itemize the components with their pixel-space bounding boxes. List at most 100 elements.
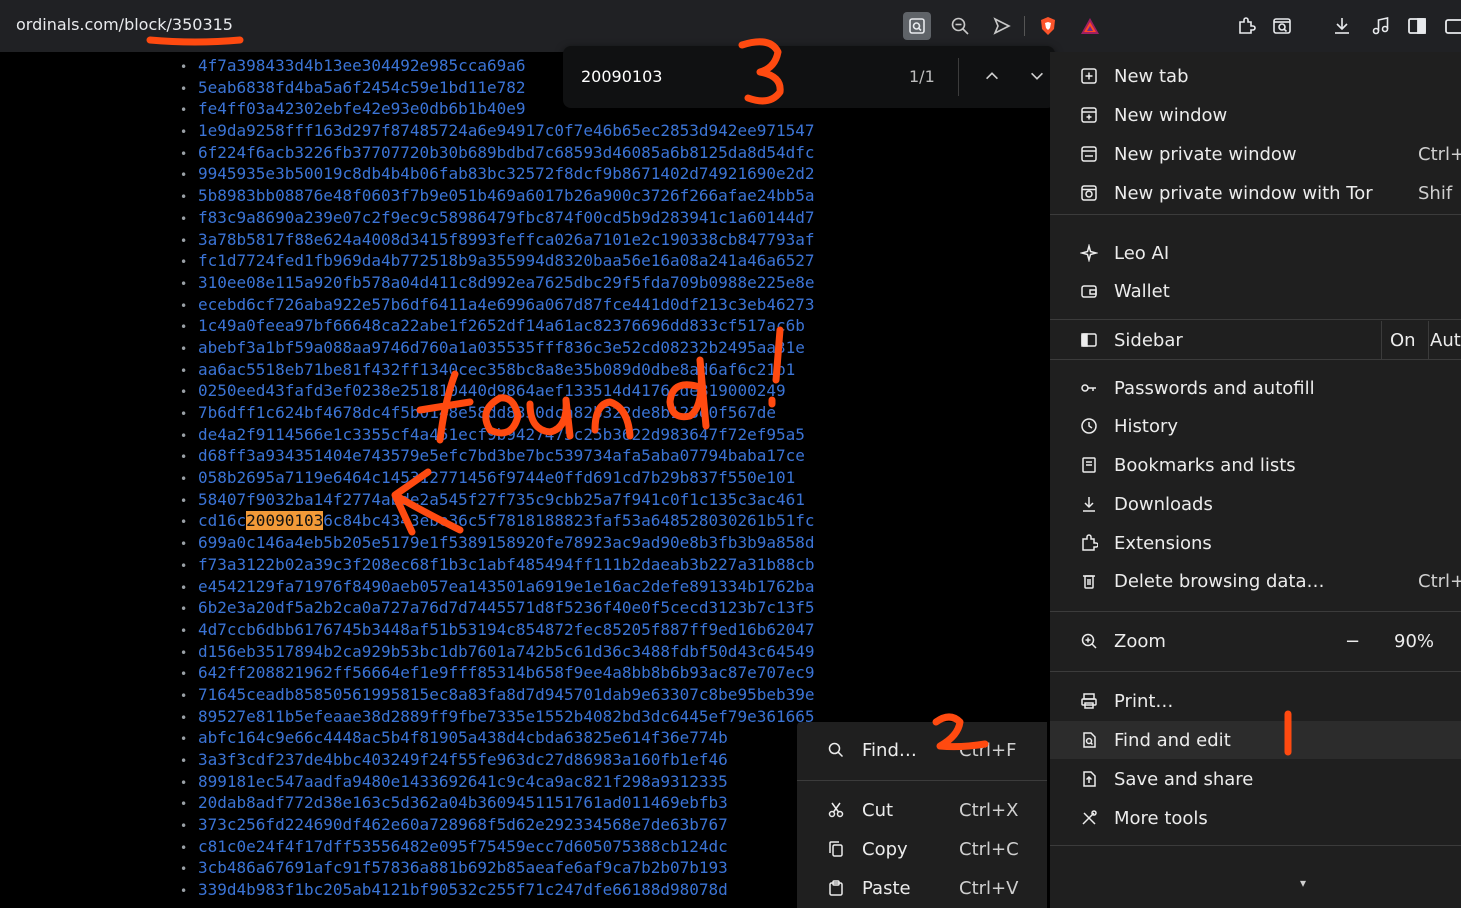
transaction-id-link[interactable]: f83c9a8690a239e07c2f9ec9c58986479fbc874f… (198, 208, 815, 227)
transaction-id-link[interactable]: 310ee08e115a920fb578a04d411c8d992ea7625d… (198, 273, 815, 292)
transaction-id-link[interactable]: 4d7ccb6dbb6176745b3448af51b53194c854872f… (198, 620, 815, 639)
menu-item-downloads[interactable]: Downloads (1050, 485, 1461, 523)
transaction-id-link[interactable]: 58407f9032ba14f2774abde2a545f27f735c9cbb… (198, 490, 805, 509)
transaction-item[interactable]: • 4d7ccb6dbb6176745b3448af51b53194c854872… (180, 619, 815, 641)
transaction-id-link[interactable]: abfc164c9e66c4448ac5b4f81905a438d4cbda63… (198, 728, 728, 747)
transaction-item[interactable]: • abfc164c9e66c4448ac5b4f81905a438d4cbda6… (180, 727, 815, 749)
transaction-item[interactable]: • aa6ac5518eb71be81f432ff1340cec358bc8a8e… (180, 359, 815, 381)
transaction-item[interactable]: • 20dab8adf772d38e163c5d362a04b3609451151… (180, 792, 815, 814)
media-icon[interactable] (1366, 12, 1394, 40)
downloads-icon[interactable] (1328, 12, 1356, 40)
transaction-id-link[interactable]: 3a78b5817f88e624a4008d3415f8993feffca026… (198, 230, 815, 249)
transaction-item[interactable]: • fc1d7724fed1fb969da4b772518b9a355994d83… (180, 250, 815, 272)
find-in-page-icon[interactable] (903, 12, 931, 40)
find-input[interactable] (579, 66, 883, 87)
transaction-id-link[interactable]: abebf3a1bf59a088aa9746d760a1a035535fff83… (198, 338, 805, 357)
transaction-id-link[interactable]: f73a3122b02a39c3f208ec68f1b3c1abf485494f… (198, 555, 815, 574)
transaction-item[interactable]: • ecebd6cf726aba922e57b6df6411a4e6996a067… (180, 294, 815, 316)
transaction-item[interactable]: • 71645ceadb85850561995815ec8a83fa8d7d945… (180, 684, 815, 706)
menu-item-new-window[interactable]: New window (1050, 96, 1461, 134)
transaction-item[interactable]: • abebf3a1bf59a088aa9746d760a1a035535fff8… (180, 337, 815, 359)
transaction-item[interactable]: • 339d4b983f1bc205ab4121bf90532c255f71c24… (180, 879, 815, 901)
transaction-id-link[interactable]: d156eb3517894b2ca929b53bc1db7601a742b5c6… (198, 642, 815, 661)
transaction-id-link[interactable]: aa6ac5518eb71be81f432ff1340cec358bc8a8e3… (198, 360, 795, 379)
transaction-item[interactable]: • f83c9a8690a239e07c2f9ec9c58986479fbc874… (180, 207, 815, 229)
transaction-id-link[interactable]: 6f224f6acb3226fb37707720b30b689bdbd7c685… (198, 143, 815, 162)
transaction-item[interactable]: • d156eb3517894b2ca929b53bc1db7601a742b5c… (180, 641, 815, 663)
menu-item-wallet[interactable]: Wallet (1050, 272, 1461, 310)
transaction-item[interactable]: • 6b2e3a20df5a2b2ca0a727a76d7d7445571d8f5… (180, 597, 815, 619)
submenu-item-cut[interactable]: Cut Ctrl+X (797, 791, 1047, 829)
brave-rewards-icon[interactable] (1076, 12, 1104, 40)
address-bar[interactable]: ordinals.com/block/350315 (16, 15, 233, 34)
submenu-item-paste[interactable]: Paste Ctrl+V (797, 869, 1047, 907)
menu-item-save-share[interactable]: Save and share (1050, 760, 1461, 798)
transaction-id-link[interactable]: 339d4b983f1bc205ab4121bf90532c255f71c247… (198, 880, 728, 899)
wallet-icon[interactable] (1440, 12, 1461, 40)
menu-item-more-tools[interactable]: More tools (1050, 799, 1461, 837)
menu-item-new-private-tor[interactable]: New private window with Tor Shif (1050, 174, 1461, 212)
tab-search-icon[interactable] (1268, 12, 1296, 40)
transaction-id-link[interactable]: ecebd6cf726aba922e57b6df6411a4e6996a067d… (198, 295, 815, 314)
transaction-id-link[interactable]: fe4ff03a42302ebfe42e93e0db6b1b40e9 (198, 99, 526, 118)
transaction-id-link[interactable]: cd16c200901036c84bc4343ebe36c5f781818882… (198, 511, 815, 531)
transaction-item[interactable]: • d68ff3a934351404e743579e5efc7bd3be7bc53… (180, 445, 815, 467)
submenu-item-find[interactable]: Find… Ctrl+F (797, 731, 1047, 769)
send-icon[interactable] (988, 12, 1016, 40)
transaction-id-link[interactable]: 3a3f3cdf237de4bbc403249f24f55fe963dc27d8… (198, 750, 728, 769)
sidebar-on-option[interactable]: On (1381, 321, 1429, 359)
transaction-item[interactable]: • 89527e811b5efeaae38d2889ff9fbe7335e1552… (180, 706, 815, 728)
transaction-id-link[interactable]: 6b2e3a20df5a2b2ca0a727a76d7d7445571d8f52… (198, 598, 815, 617)
brave-shields-icon[interactable] (1034, 12, 1062, 40)
transaction-id-link[interactable]: 5b8983bb08876e48f0603f7b9e051b469a6017b2… (198, 186, 815, 205)
transaction-item[interactable]: • de4a2f9114566e1c3355cf4a451ecf9b9427475… (180, 424, 815, 446)
transaction-item[interactable]: • 373c256fd224690df462e60a728968f5d62e292… (180, 814, 815, 836)
menu-item-extensions[interactable]: Extensions (1050, 524, 1461, 562)
transaction-item[interactable]: • 1e9da9258fff163d297f87485724a6e94917c0f… (180, 120, 815, 142)
transaction-item[interactable]: • 3a78b5817f88e624a4008d3415f8993feffca02… (180, 229, 815, 251)
transaction-item[interactable]: • f73a3122b02a39c3f208ec68f1b3c1abf485494… (180, 554, 815, 576)
sidebar-auto-option[interactable]: Aut (1430, 330, 1461, 351)
transaction-id-link[interactable]: 058b2695a7119e6464c145312771456f9744e0ff… (198, 468, 795, 487)
transaction-id-link[interactable]: 4f7a398433d4b13ee304492e985cca69a6 (198, 56, 526, 75)
transaction-item[interactable]: • 310ee08e115a920fb578a04d411c8d992ea7625… (180, 272, 815, 294)
transaction-item[interactable]: • 9945935e3b50019c8db4b4b06fab83bc32572f8… (180, 163, 815, 185)
transaction-id-link[interactable]: 642ff208821962ff56664ef1e9fff85314b658f9… (198, 663, 815, 682)
menu-item-new-private-window[interactable]: New private window Ctrl+ (1050, 135, 1461, 173)
transaction-item[interactable]: • 3cb486a67691afc91f57836a881b692b85aeafe… (180, 857, 815, 879)
transaction-item[interactable]: • 1c49a0feea97bf66648ca22abe1f2652df14a61… (180, 315, 815, 337)
menu-item-passwords[interactable]: Passwords and autofill (1050, 369, 1461, 407)
transaction-item[interactable]: • 58407f9032ba14f2774abde2a545f27f735c9cb… (180, 489, 815, 511)
menu-scroll-down-icon[interactable]: ▾ (1300, 876, 1306, 890)
transaction-item[interactable]: • 642ff208821962ff56664ef1e9fff85314b658f… (180, 662, 815, 684)
transaction-id-link[interactable]: c81c0e24f4f17dff53556482e095f75459ecc7d6… (198, 837, 728, 856)
transaction-id-link[interactable]: fc1d7724fed1fb969da4b772518b9a355994d832… (198, 251, 815, 270)
transaction-id-link[interactable]: de4a2f9114566e1c3355cf4a451ecf9b9427475c… (198, 425, 805, 444)
transaction-id-link[interactable]: 1c49a0feea97bf66648ca22abe1f2652df14a61a… (198, 316, 805, 335)
submenu-item-copy[interactable]: Copy Ctrl+C (797, 830, 1047, 868)
transaction-item[interactable]: • 0250eed43fafd3ef0238e251810440d9864aef1… (180, 380, 815, 402)
transaction-id-link[interactable]: 0250eed43fafd3ef0238e251810440d9864aef13… (198, 381, 786, 400)
transaction-id-link[interactable]: 9945935e3b50019c8db4b4b06fab83bc32572f8d… (198, 164, 815, 183)
menu-item-leo-ai[interactable]: Leo AI (1050, 234, 1461, 272)
transaction-id-link[interactable]: 7b6dff1c624bf4678dc4f5b0148e58dd8330dca8… (198, 403, 776, 422)
transaction-item[interactable]: • 3a3f3cdf237de4bbc403249f24f55fe963dc27d… (180, 749, 815, 771)
extensions-icon[interactable] (1232, 12, 1260, 40)
menu-item-zoom[interactable]: Zoom − 90% (1050, 622, 1461, 660)
sidebar-icon[interactable] (1403, 12, 1431, 40)
transaction-item[interactable]: • 699a0c146a4eb5b205e5179e1f5389158920fe7… (180, 532, 815, 554)
menu-item-history[interactable]: History (1050, 407, 1461, 445)
transaction-id-link[interactable]: 89527e811b5efeaae38d2889ff9fbe7335e1552b… (198, 707, 815, 726)
menu-item-print[interactable]: Print… (1050, 682, 1461, 720)
transaction-item[interactable]: • e4542129fa71976f8490aeb057ea143501a6919… (180, 576, 815, 598)
transaction-item[interactable]: • 7b6dff1c624bf4678dc4f5b0148e58dd8330dca… (180, 402, 815, 424)
transaction-id-link[interactable]: e4542129fa71976f8490aeb057ea143501a6919e… (198, 577, 815, 596)
find-previous-button[interactable] (980, 64, 1004, 88)
menu-item-new-tab[interactable]: New tab (1050, 57, 1461, 95)
transaction-item[interactable]: • 899181ec547aadfa9480e1433692641c9c4ca9a… (180, 771, 815, 793)
transaction-id-link[interactable]: d68ff3a934351404e743579e5efc7bd3be7bc539… (198, 446, 805, 465)
find-next-button[interactable] (1025, 64, 1049, 88)
transaction-id-link[interactable]: 899181ec547aadfa9480e1433692641c9c4ca9ac… (198, 772, 728, 791)
transaction-item[interactable]: • cd16c200901036c84bc4343ebe36c5f78181888… (180, 510, 815, 532)
zoom-icon[interactable] (946, 12, 974, 40)
